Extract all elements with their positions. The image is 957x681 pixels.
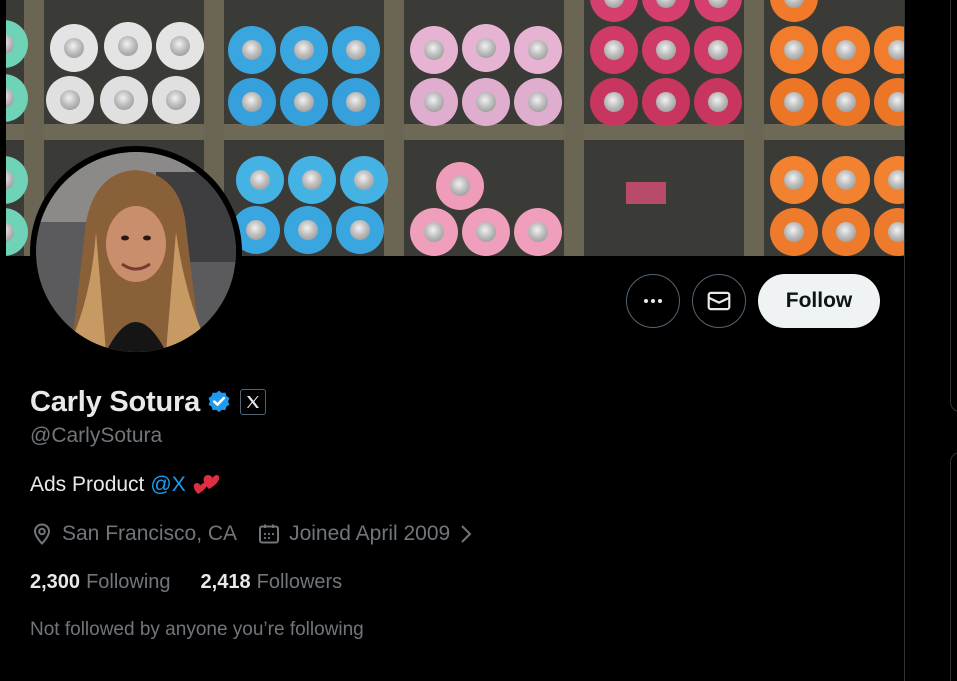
bio-text: Ads Product — [30, 473, 145, 496]
banner-divider — [564, 0, 584, 256]
two-hearts-emoji — [193, 475, 219, 494]
location-pin-icon — [33, 523, 51, 545]
spray-can — [288, 156, 336, 204]
follow-button[interactable]: Follow — [758, 274, 880, 328]
location-text: San Francisco, CA — [62, 522, 238, 545]
spray-can — [514, 26, 562, 74]
followers-label: Followers — [256, 571, 343, 593]
spray-can — [462, 24, 510, 72]
right-sidebar — [906, 0, 957, 681]
banner-divider — [384, 0, 404, 256]
spray-can — [462, 78, 510, 126]
sidebar-card — [950, 452, 957, 681]
verified-badge-icon[interactable] — [206, 389, 232, 415]
spray-can — [694, 0, 742, 22]
spray-can — [280, 26, 328, 74]
followers-count: 2,418 — [200, 571, 251, 593]
spray-can — [152, 76, 200, 124]
spray-can — [280, 78, 328, 126]
chevron-right-icon — [461, 525, 472, 543]
spray-can — [642, 26, 690, 74]
following-stat[interactable]: 2,300 Following — [30, 571, 171, 594]
profile-meta: San Francisco, CA Joined April 2009 — [30, 518, 496, 550]
following-count: 2,300 — [30, 571, 81, 593]
spray-can — [46, 76, 94, 124]
sidebar-card — [950, 0, 957, 412]
spray-can — [694, 26, 742, 74]
avatar-photo — [36, 152, 236, 352]
profile-handle: @CarlySotura — [30, 424, 163, 447]
spray-can — [770, 156, 818, 204]
spray-can — [340, 156, 388, 204]
envelope-icon — [707, 291, 731, 311]
spray-can — [436, 162, 484, 210]
spray-can — [156, 22, 204, 70]
spray-can — [642, 0, 690, 22]
spray-can — [50, 24, 98, 72]
spray-can — [770, 26, 818, 74]
calendar-icon — [259, 524, 280, 544]
spray-can — [284, 206, 332, 254]
spray-can — [822, 26, 870, 74]
spray-can — [874, 156, 904, 204]
spray-can — [104, 22, 152, 70]
spray-can — [642, 78, 690, 126]
spray-can — [514, 78, 562, 126]
banner-divider — [744, 0, 764, 256]
spray-can — [874, 208, 904, 256]
spray-can — [228, 26, 276, 74]
x-logo-icon — [247, 396, 260, 408]
spray-can — [590, 26, 638, 74]
location-item: San Francisco, CA — [30, 522, 237, 546]
spray-can — [332, 78, 380, 126]
spray-can — [514, 208, 562, 256]
mutual-followers-note: Not followed by anyone you’re following — [30, 619, 364, 640]
spray-can — [410, 78, 458, 126]
spray-can — [590, 0, 638, 22]
profile-stats: 2,300 Following 2,418 Followers — [30, 571, 372, 594]
more-horizontal-icon — [644, 299, 662, 303]
message-button[interactable] — [692, 274, 746, 328]
spray-can — [770, 78, 818, 126]
spray-can — [410, 208, 458, 256]
spray-can — [228, 78, 276, 126]
joined-item[interactable]: Joined April 2009 — [257, 522, 476, 546]
profile-avatar[interactable] — [30, 146, 242, 358]
spray-can — [336, 206, 384, 254]
spray-can — [874, 26, 904, 74]
spray-can — [822, 78, 870, 126]
banner-shelf — [6, 124, 904, 140]
following-label: Following — [86, 571, 171, 593]
spray-can — [236, 156, 284, 204]
spray-can — [822, 208, 870, 256]
more-options-button[interactable] — [626, 274, 680, 328]
display-name: Carly Sotura — [30, 385, 201, 418]
followers-stat[interactable]: 2,418 Followers — [201, 571, 343, 594]
affiliate-badge[interactable] — [240, 389, 267, 415]
spray-can — [410, 26, 458, 74]
joined-text: Joined April 2009 — [289, 522, 451, 545]
profile-column: Follow Carly Sotura @CarlySotura Ads Pro… — [6, 0, 905, 681]
spray-can — [590, 78, 638, 126]
banner-label-card — [626, 182, 666, 204]
bio-mention-link[interactable]: @X — [150, 473, 185, 497]
spray-can — [874, 78, 904, 126]
spray-can — [332, 26, 380, 74]
spray-can — [694, 78, 742, 126]
spray-can — [770, 0, 818, 22]
spray-can — [462, 208, 510, 256]
profile-name-row: Carly Sotura — [30, 384, 267, 420]
spray-can — [770, 208, 818, 256]
spray-can — [822, 156, 870, 204]
spray-can — [100, 76, 148, 124]
profile-bio: Ads Product @X — [30, 472, 220, 498]
